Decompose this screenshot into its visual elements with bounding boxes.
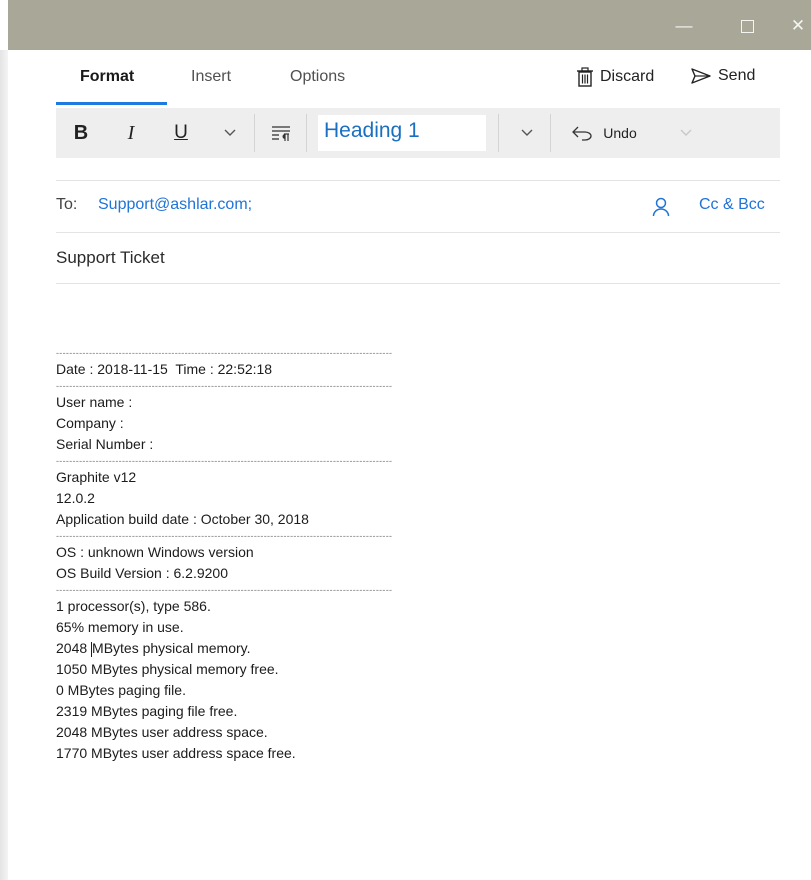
- divider: [56, 232, 780, 233]
- build-date-line: Application build date : October 30, 201…: [56, 511, 309, 527]
- user-address-space-line: 2048 MBytes user address space.: [56, 724, 268, 740]
- style-dropdown-button[interactable]: [512, 108, 542, 158]
- italic-button[interactable]: I: [116, 108, 146, 158]
- to-label: To:: [56, 196, 78, 213]
- os-build-line: OS Build Version : 6.2.9200: [56, 565, 228, 581]
- company-line: Company :: [56, 415, 124, 431]
- title-bar: — ✕: [8, 0, 811, 50]
- to-field-row: To: Support@ashlar.com; Cc & Bcc: [56, 196, 780, 220]
- message-body[interactable]: ----------------------------------------…: [56, 347, 456, 764]
- chevron-down-icon: [680, 129, 692, 136]
- tab-format[interactable]: Format: [80, 68, 134, 86]
- bold-button[interactable]: B: [66, 108, 96, 158]
- maximize-button[interactable]: [735, 14, 759, 38]
- ribbon-tabs: Format Insert Options Discard Send: [56, 64, 780, 108]
- subject-field[interactable]: Support Ticket: [56, 248, 165, 268]
- active-tab-indicator: [56, 102, 167, 105]
- physical-memory-line: 2048 MBytes physical memory.: [56, 638, 456, 659]
- chevron-down-icon: [521, 129, 533, 136]
- separator-line: ----------------------------------------…: [56, 348, 393, 358]
- trash-icon: [577, 67, 593, 87]
- tab-insert[interactable]: Insert: [191, 68, 231, 86]
- send-button[interactable]: Send: [690, 67, 755, 85]
- undo-icon: [572, 126, 592, 141]
- physical-memory-amount: 2048: [56, 640, 92, 656]
- separator-line: ----------------------------------------…: [56, 381, 393, 391]
- physical-memory-unit: MBytes physical memory.: [92, 640, 251, 656]
- chevron-down-icon: [224, 129, 236, 136]
- user-address-space-free-line: 1770 MBytes user address space free.: [56, 745, 296, 761]
- cc-bcc-button[interactable]: Cc & Bcc: [699, 196, 765, 214]
- discard-button[interactable]: Discard: [576, 67, 654, 87]
- toolbar-divider: [254, 114, 255, 152]
- paragraph-format-button[interactable]: [266, 108, 296, 158]
- memory-in-use-line: 65% memory in use.: [56, 619, 184, 635]
- paging-file-free-line: 2319 MBytes paging file free.: [56, 703, 238, 719]
- toolbar-divider: [550, 114, 551, 152]
- user-name-line: User name :: [56, 394, 133, 410]
- close-button[interactable]: ✕: [786, 14, 810, 38]
- paragraph-icon: [272, 126, 290, 141]
- undo-label: Undo: [603, 125, 637, 141]
- divider: [56, 283, 780, 284]
- separator-line: ----------------------------------------…: [56, 456, 393, 466]
- format-toolbar: B I U Heading 1 Undo: [56, 108, 780, 158]
- physical-memory-free-line: 1050 MBytes physical memory free.: [56, 661, 279, 677]
- divider: [56, 180, 780, 181]
- toolbar-divider: [306, 114, 307, 152]
- toolbar-divider: [498, 114, 499, 152]
- paging-file-line: 0 MBytes paging file.: [56, 682, 186, 698]
- date-time-line: Date : 2018-11-15 Time : 22:52:18: [56, 361, 273, 377]
- separator-line: ----------------------------------------…: [56, 531, 393, 541]
- discard-label: Discard: [600, 68, 655, 85]
- more-font-options-button[interactable]: [216, 108, 244, 158]
- os-line: OS : unknown Windows version: [56, 544, 254, 560]
- maximize-icon: [740, 20, 754, 34]
- separator-line: ----------------------------------------…: [56, 585, 393, 595]
- to-recipient[interactable]: Support@ashlar.com;: [98, 196, 252, 214]
- app-name-line: Graphite v12: [56, 469, 137, 485]
- style-picker-value: Heading 1: [324, 119, 420, 142]
- serial-number-line: Serial Number :: [56, 436, 154, 452]
- tab-options[interactable]: Options: [290, 68, 345, 86]
- minimize-button[interactable]: —: [672, 14, 696, 38]
- app-version-line: 12.0.2: [56, 490, 95, 506]
- person-icon[interactable]: [652, 197, 670, 217]
- left-pane-edge: [0, 50, 8, 880]
- send-label: Send: [718, 67, 756, 84]
- undo-dropdown-button[interactable]: [674, 108, 698, 158]
- send-icon: [691, 68, 711, 84]
- underline-button[interactable]: U: [166, 108, 196, 158]
- processor-line: 1 processor(s), type 586.: [56, 598, 211, 614]
- undo-button[interactable]: Undo: [564, 108, 644, 158]
